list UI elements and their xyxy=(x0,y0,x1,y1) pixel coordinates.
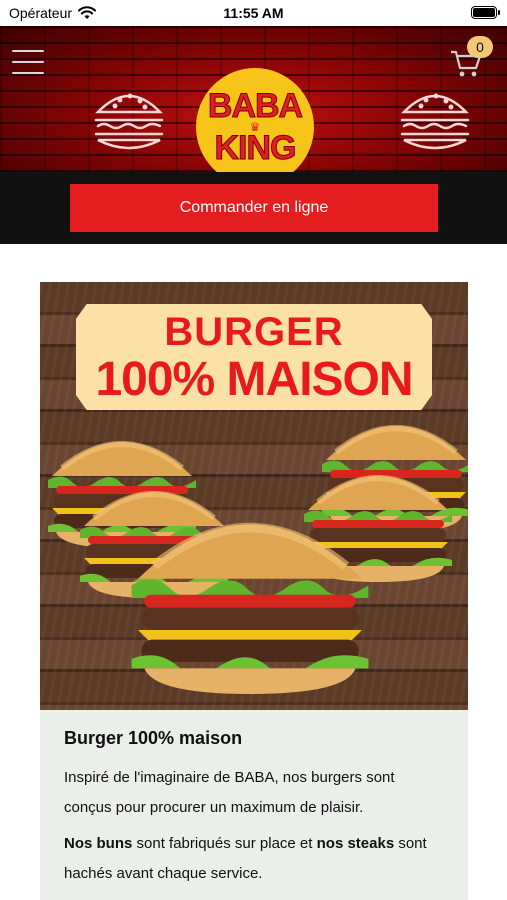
card-title: Burger 100% maison xyxy=(64,728,243,748)
promo-title-line1: BURGER xyxy=(164,310,344,354)
promo-banner: BURGER 100% MAISON xyxy=(76,304,432,410)
card-paragraph-2: Nos buns sont fabriqués sur place et nos… xyxy=(64,829,444,889)
buns-text: sont fabriqués sur place et xyxy=(132,835,317,852)
cart-button[interactable]: 0 xyxy=(449,36,493,80)
info-card: Burger 100% maison Inspiré de l'imaginai… xyxy=(40,710,468,900)
cta-bar: Commander en ligne xyxy=(0,172,507,244)
header-hero: BABA ♛ KING 0 xyxy=(0,26,507,172)
burgers-illustration xyxy=(40,422,468,710)
burger-neon-icon xyxy=(400,93,470,150)
card-paragraph: Inspiré de l'imaginaire de BABA, nos bur… xyxy=(64,769,395,816)
buns-bold-text: Nos buns xyxy=(64,835,133,852)
logo-text-bottom: KING xyxy=(214,129,297,167)
cart-count-badge: 0 xyxy=(467,36,493,58)
order-online-button[interactable]: Commander en ligne xyxy=(70,184,438,232)
menu-icon[interactable] xyxy=(12,50,44,76)
steaks-bold-text: nos steaks xyxy=(316,835,395,852)
promo-image: BURGER 100% MAISON xyxy=(40,282,468,710)
status-time: 11:55 AM xyxy=(223,5,284,21)
battery-icon xyxy=(471,6,500,19)
logo-text-top: BABA xyxy=(207,87,303,125)
promo-title-line2: 100% MAISON xyxy=(95,353,413,406)
status-bar: Opérateur 11:55 AM xyxy=(0,0,507,26)
burger-neon-icon xyxy=(94,93,164,150)
